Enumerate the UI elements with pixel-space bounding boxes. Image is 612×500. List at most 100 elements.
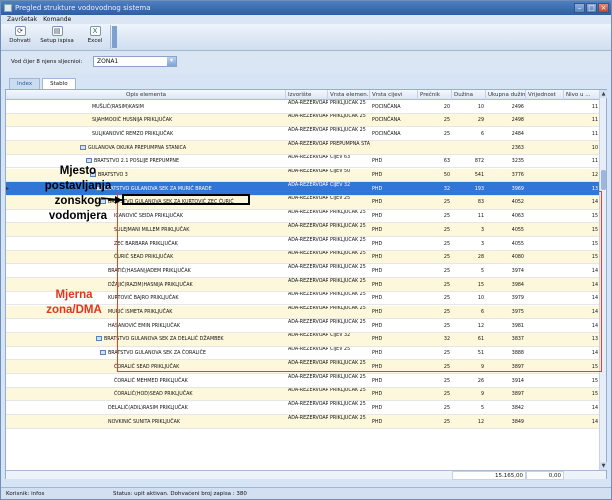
col-precnik[interactable]: Prečnik <box>418 90 452 100</box>
grid-footer: 15.165,00 0,00 <box>6 470 606 480</box>
col-izvoriste[interactable]: Izvorište <box>286 90 328 100</box>
cell-p: 20 <box>443 104 450 110</box>
cell-ud: 3776 <box>511 173 524 178</box>
cell-ud: 3914 <box>511 378 524 384</box>
tree-node-icon[interactable] <box>86 158 92 164</box>
zone-select[interactable]: ZONA1 ▾ <box>93 56 177 67</box>
total-length: 15.165,00 <box>452 471 526 480</box>
table-row[interactable]: ĆORALIĆ MEHMED PRIKLJUČAK ADA-REZERVOAR H… <box>6 374 600 388</box>
ribbon-expander[interactable] <box>112 26 117 48</box>
tree-node-icon[interactable] <box>100 350 106 356</box>
cell-ud: 2496 <box>511 104 524 110</box>
scroll-thumb[interactable] <box>601 170 606 190</box>
excel-icon: X <box>89 26 101 36</box>
dma-zone-annotation: Mjerna zona/DMA <box>36 288 112 318</box>
col-vrsta-elementa[interactable]: Vrsta elemen... <box>328 90 370 100</box>
col-ukupna-duzina[interactable]: Ukupna dužina <box>486 90 526 100</box>
cell-vrsta: PRIKLJUČAK 25 <box>330 401 366 407</box>
cell-ud: 2363 <box>511 145 524 151</box>
close-button[interactable]: × <box>598 3 609 13</box>
cell-p: 25 <box>443 118 450 124</box>
table-row[interactable]: GULANOVA OKUKA PREPUMPNA STANICA ADA-REZE… <box>6 141 600 155</box>
cell-d: 6 <box>480 131 484 137</box>
cell-cijev: PHD <box>372 419 383 425</box>
annotation-line: postavljanja <box>44 180 112 192</box>
cell-cijev: PHD <box>372 405 383 411</box>
cell-opis: BRATSTVO 2.1 POSLIJE PREPUMPNE <box>86 155 286 169</box>
cell-izv: ADA-REZERVOAR HUM <box>288 155 328 161</box>
cell-n: 11 <box>591 104 598 110</box>
cell-izv: ADA-REZERVOAR HUM <box>288 374 328 380</box>
cell-p: 25 <box>443 131 450 137</box>
table-row[interactable]: NOVKINIĆ SUNITA PRIKLJUČAK ADA-REZERVOAR … <box>6 415 600 429</box>
col-vrijednost[interactable]: Vrijednost <box>526 90 564 100</box>
window-title: Pregled strukture vodovodnog sistema <box>15 4 151 12</box>
meter-location-highlight <box>122 194 250 205</box>
maximize-button[interactable]: □ <box>586 3 597 13</box>
tab-stablo[interactable]: Stablo <box>42 78 76 89</box>
table-row[interactable]: ĆORALIĆ(HOD)SEAD PRIKLJUČAK ADA-REZERVOAR… <box>6 387 600 402</box>
col-vrsta-cijevi[interactable]: Vrsta cijevi <box>370 90 418 100</box>
element-name: NOVKINIĆ SUNITA PRIKLJUČAK <box>108 419 181 425</box>
cell-d: 9 <box>480 392 484 398</box>
scroll-down-icon[interactable]: ▼ <box>600 462 607 470</box>
cell-d: 541 <box>474 173 484 178</box>
chevron-down-icon[interactable]: ▾ <box>167 57 176 66</box>
cell-izv: ADA-REZERVOAR HUM <box>288 114 328 120</box>
cell-n: 11 <box>591 118 598 124</box>
minimize-button[interactable]: – <box>574 3 585 13</box>
cell-opis: ĆORALIĆ(HOD)SEAD PRIKLJUČAK <box>106 388 286 402</box>
cell-v <box>526 374 564 388</box>
cell-opis: BRATSTVO 3 <box>90 169 286 183</box>
cell-v <box>526 127 564 141</box>
cell-d: 26 <box>477 378 484 384</box>
cell-izv: ADA-REZERVOAR HUM <box>288 127 328 133</box>
cell-ud: 2484 <box>511 131 524 137</box>
print-setup-button[interactable]: ▤ Setup ispisa <box>37 26 77 49</box>
cell-n: 14 <box>591 405 598 411</box>
tab-index[interactable]: Index <box>9 78 41 89</box>
cell-d: 29 <box>477 118 484 124</box>
grid-header: Opis elementa Izvorište Vrsta elemen... … <box>6 90 600 100</box>
menu-item-zavrsetak[interactable]: Završetak <box>7 15 37 24</box>
menu-item-komande[interactable]: Komande <box>43 15 71 24</box>
col-nivo[interactable]: Nivo u ... <box>564 90 600 100</box>
tree-node-icon[interactable] <box>96 336 102 342</box>
total-value: 0,00 <box>526 471 564 480</box>
cell-n: 15 <box>591 378 598 384</box>
table-row[interactable]: SULJKANOVIĆ REMZO PRIKLJUČAK ADA-REZERVOA… <box>6 127 600 142</box>
tree-node-icon[interactable] <box>80 144 86 150</box>
table-row[interactable]: SIJAHMOOIĆ HUSNIJA PRIKLJUČAK ADA-REZERVO… <box>6 113 600 128</box>
cell-vrsta: PRIKLJUČAK 25 <box>330 114 366 120</box>
cell-d: 5 <box>480 405 484 411</box>
excel-label: Excel <box>87 38 103 44</box>
app-icon <box>4 4 12 12</box>
cell-vrsta: PRIKLJUČAK 25 <box>330 388 366 394</box>
cell-p: 25 <box>443 405 450 411</box>
cell-cijev: POCINČANA <box>372 118 401 124</box>
zone-select-value: ZONA1 <box>97 58 119 65</box>
status-bar: Korisnik: infos Status: upit aktivan. Do… <box>1 487 611 499</box>
cell-opis: GULANOVA OKUKA PREPUMPNA STANICA <box>80 141 286 155</box>
row-indicator-icon: ▸ <box>6 185 10 193</box>
status-message: Status: upit aktivan. Dohvaćeni broj zap… <box>113 491 247 497</box>
cell-izv: ADA-REZERVOAR HUM <box>288 169 328 174</box>
status-user: Korisnik: infos <box>6 491 45 497</box>
col-opis[interactable]: Opis elementa <box>6 90 286 100</box>
cell-ud: 3235 <box>511 159 524 165</box>
cell-v <box>526 388 564 402</box>
excel-button[interactable]: X Excel <box>83 26 107 49</box>
cell-opis: SULJKANOVIĆ REMZO PRIKLJUČAK <box>84 127 286 141</box>
cell-izv: ADA-REZERVOAR HUM <box>288 141 328 147</box>
cell-v <box>526 169 564 183</box>
table-row[interactable]: MUŠLIĆ(RASIM)KASIM ADA-REZERVOAR HUMPRIKL… <box>6 100 600 114</box>
refresh-button[interactable]: ⟳ Dohvati <box>7 26 33 49</box>
scroll-up-icon[interactable]: ▲ <box>600 90 607 98</box>
col-duzina[interactable]: Dužina <box>452 90 486 100</box>
cell-v <box>526 401 564 415</box>
element-name: ĆORALIĆ(HOD)SEAD PRIKLJUČAK <box>114 392 193 398</box>
toolbar: ⟳ Dohvati ▤ Setup ispisa X Excel <box>1 24 611 51</box>
cell-izv: ADA-REZERVOAR HUM <box>288 388 328 394</box>
table-row[interactable]: DELALIĆ(ADIL)RASIM PRIKLJUČAK ADA-REZERVO… <box>6 401 600 416</box>
cell-n: 15 <box>591 392 598 398</box>
